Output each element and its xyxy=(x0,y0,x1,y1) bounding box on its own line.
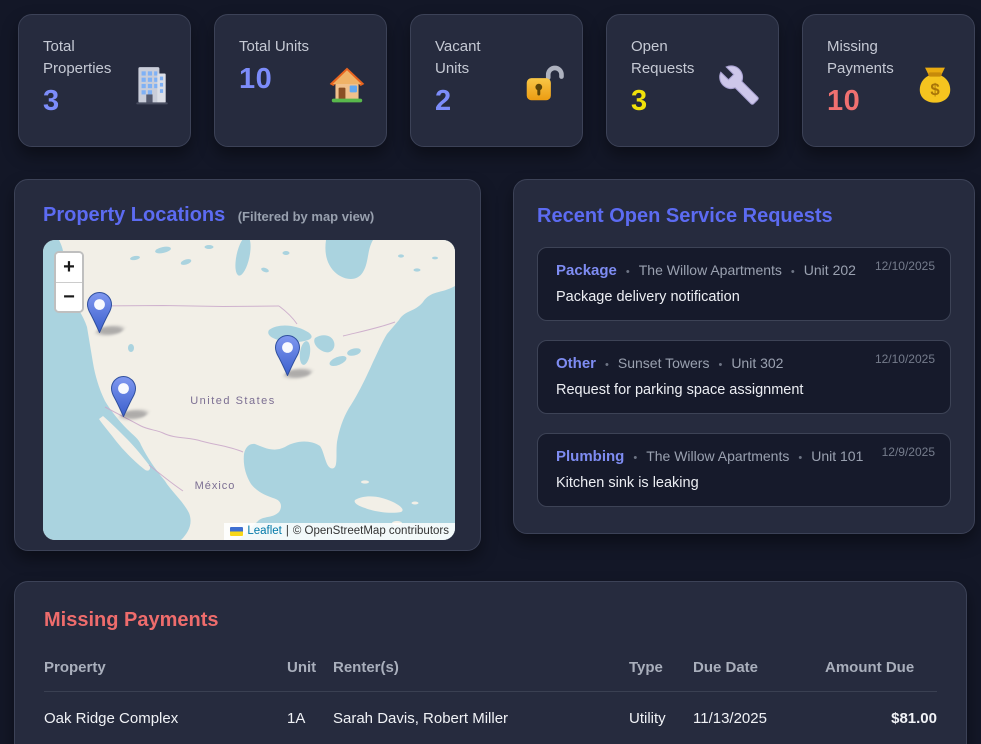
property-locations-title: Property Locations xyxy=(43,204,225,226)
map-zoom-control: + − xyxy=(54,251,84,313)
ukraine-flag-icon xyxy=(230,527,243,536)
stat-card-open-requests: Open Requests 3 xyxy=(606,14,779,147)
bullet-separator: • xyxy=(633,452,637,464)
payment-renters: Sarah Davis, Robert Miller xyxy=(333,692,629,744)
payment-type: Utility xyxy=(629,692,693,744)
payment-property-link[interactable]: Oak Ridge Complex xyxy=(44,692,287,744)
column-header-unit: Unit xyxy=(287,647,333,692)
column-header-property: Property xyxy=(44,647,287,692)
wrench-icon xyxy=(718,64,760,106)
request-property: The Willow Apartments xyxy=(639,262,782,278)
map-tiles: United States México xyxy=(43,240,455,540)
column-header-due-date: Due Date xyxy=(693,647,825,692)
request-list: Package • The Willow Apartments • Unit 2… xyxy=(537,247,951,507)
map-marker-california[interactable] xyxy=(111,376,136,417)
request-card-package[interactable]: Package • The Willow Apartments • Unit 2… xyxy=(537,247,951,321)
osm-attribution-link[interactable]: © OpenStreetMap contributors xyxy=(293,525,449,537)
missing-payments-table: Property Unit Renter(s) Type Due Date Am… xyxy=(44,647,937,744)
request-category: Package xyxy=(556,262,617,279)
dollar-glyph: $ xyxy=(930,80,940,99)
bullet-separator: • xyxy=(798,452,802,464)
map-label-mexico: México xyxy=(195,480,236,492)
request-description: Kitchen sink is leaking xyxy=(556,475,932,491)
stat-card-total-properties: Total Properties 3 xyxy=(18,14,191,147)
table-header-row: Property Unit Renter(s) Type Due Date Am… xyxy=(44,647,937,692)
panel-header: Property Locations (Filtered by map view… xyxy=(43,204,480,227)
service-requests-panel: Recent Open Service Requests Package • T… xyxy=(513,179,975,534)
bullet-separator: • xyxy=(605,359,609,371)
stat-label: Vacant Units xyxy=(435,36,517,80)
request-property: Sunset Towers xyxy=(618,355,710,371)
leaflet-link[interactable]: Leaflet xyxy=(247,525,282,537)
map-label-united-states: United States xyxy=(190,395,276,407)
bullet-separator: • xyxy=(626,266,630,278)
stat-value: 10 xyxy=(827,85,909,118)
request-date: 12/9/2025 xyxy=(882,445,935,459)
request-category: Plumbing xyxy=(556,448,624,465)
service-requests-title: Recent Open Service Requests xyxy=(537,205,951,228)
stat-label: Total Properties xyxy=(43,36,125,80)
map-attribution: Leaflet | © OpenStreetMap contributors xyxy=(224,523,455,540)
stat-label: Open Requests xyxy=(631,36,713,80)
request-unit: Unit 302 xyxy=(731,355,783,371)
stat-card-total-units: Total Units 10 xyxy=(214,14,387,147)
stat-label: Missing Payments xyxy=(827,36,909,80)
stat-value: 3 xyxy=(631,85,713,118)
request-description: Request for parking space assignment xyxy=(556,382,932,398)
request-date: 12/10/2025 xyxy=(875,352,935,366)
bullet-separator: • xyxy=(791,266,795,278)
payment-due-date: 11/13/2025 xyxy=(693,692,825,744)
house-icon xyxy=(326,64,368,106)
missing-payments-panel: Missing Payments Property Unit Renter(s)… xyxy=(14,581,967,744)
table-row: Oak Ridge Complex 1A Sarah Davis, Robert… xyxy=(44,692,937,744)
request-unit: Unit 202 xyxy=(804,262,856,278)
request-category: Other xyxy=(556,355,596,372)
middle-row: Property Locations (Filtered by map view… xyxy=(0,147,981,551)
map[interactable]: United States México xyxy=(43,240,455,540)
request-unit: Unit 101 xyxy=(811,448,863,464)
property-locations-panel: Property Locations (Filtered by map view… xyxy=(14,179,481,551)
zoom-out-button[interactable]: − xyxy=(56,282,82,311)
stat-value: 2 xyxy=(435,85,517,118)
unlocked-lock-icon xyxy=(522,64,564,106)
building-icon xyxy=(130,64,172,106)
missing-payments-title: Missing Payments xyxy=(44,609,937,632)
request-description: Package delivery notification xyxy=(556,289,932,305)
map-marker-midwest[interactable] xyxy=(275,335,300,376)
stat-card-vacant-units: Vacant Units 2 xyxy=(410,14,583,147)
column-header-amount-due: Amount Due xyxy=(825,647,937,692)
stat-card-missing-payments: Missing Payments 10 $ xyxy=(802,14,975,147)
request-card-plumbing[interactable]: Plumbing • The Willow Apartments • Unit … xyxy=(537,433,951,507)
zoom-in-button[interactable]: + xyxy=(56,253,82,282)
column-header-renters: Renter(s) xyxy=(333,647,629,692)
request-date: 12/10/2025 xyxy=(875,259,935,273)
payment-amount: $81.00 xyxy=(825,692,937,744)
column-header-type: Type xyxy=(629,647,693,692)
bullet-separator: • xyxy=(718,359,722,371)
request-property: The Willow Apartments xyxy=(646,448,789,464)
map-filter-note: (Filtered by map view) xyxy=(238,209,375,224)
money-bag-icon: $ xyxy=(914,64,956,106)
stat-value: 10 xyxy=(239,63,321,96)
stats-row: Total Properties 3 xyxy=(0,0,981,147)
attribution-separator: | xyxy=(286,525,289,537)
stat-label: Total Units xyxy=(239,36,321,58)
payment-unit-link[interactable]: 1A xyxy=(287,692,333,744)
request-card-other[interactable]: Other • Sunset Towers • Unit 302 12/10/2… xyxy=(537,340,951,414)
map-marker-pacific-northwest[interactable] xyxy=(87,292,112,333)
stat-value: 3 xyxy=(43,85,125,118)
